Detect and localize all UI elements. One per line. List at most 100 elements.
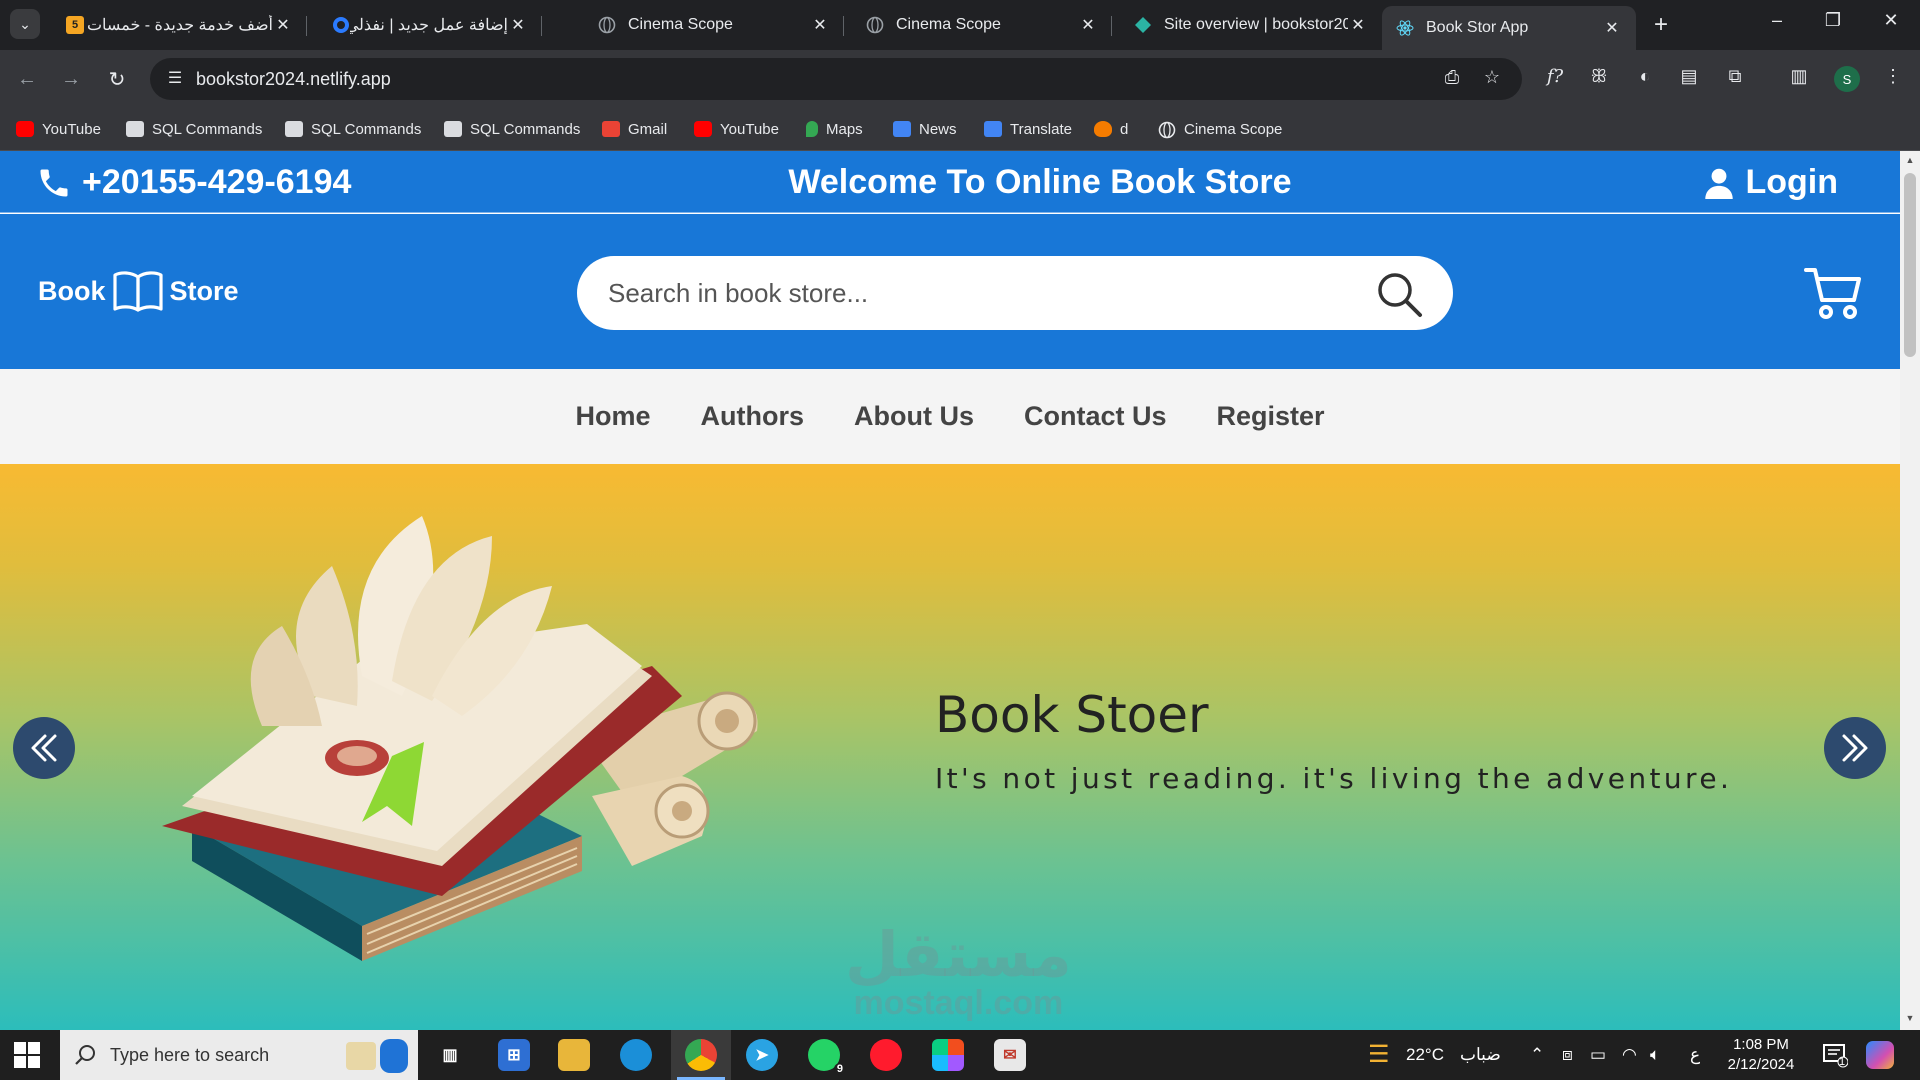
bookmark-cinema-scope[interactable]: Cinema Scope [1158,117,1282,141]
side-panel-icon[interactable]: ▥ [1786,66,1812,92]
forward-button[interactable]: → [56,64,86,94]
bookmark-label: YouTube [42,120,101,138]
cart-icon[interactable] [1804,266,1862,320]
bookmark-translate[interactable]: Translate [984,117,1072,141]
system-clock[interactable]: 1:08 PM 2/12/2024 [1706,1035,1816,1075]
bookmark-youtube-2[interactable]: YouTube [694,117,779,141]
volume-icon[interactable]: 🔈︎ [1650,1045,1660,1065]
scrollbar-thumb[interactable] [1904,173,1916,357]
battery-icon[interactable]: ▭ [1590,1045,1606,1065]
back-button[interactable]: ← [12,64,42,94]
circle-extension-icon[interactable]: ◐ [1632,66,1658,92]
bookmark-star-icon[interactable]: ☆ [1480,67,1504,91]
tab-close-icon[interactable]: ✕ [1348,15,1368,35]
slider-next-button[interactable] [1824,717,1886,779]
chevron-up-icon[interactable]: ⌃ [1530,1045,1544,1065]
bookmark-label: Translate [1010,120,1072,138]
nav-home[interactable]: Home [575,401,650,432]
tab-close-icon[interactable]: ✕ [1602,18,1622,38]
chrome-icon[interactable] [677,1039,725,1080]
language-indicator[interactable]: ع [1690,1045,1700,1065]
nav-contact-us[interactable]: Contact Us [1024,401,1167,432]
file-extension-icon[interactable]: ▤ [1676,66,1702,92]
tab-close-icon[interactable]: ✕ [273,15,293,35]
translate-icon [984,121,1002,137]
page-icon [126,121,144,137]
login-link[interactable]: Login [1705,163,1838,202]
menu-kebab-icon[interactable]: ⋮ [1880,66,1906,92]
reload-button[interactable]: ↻ [102,64,132,94]
scroll-down-icon[interactable]: ▼ [1904,1013,1916,1025]
nav-register[interactable]: Register [1216,401,1324,432]
minimize-button[interactable]: – [1762,10,1792,31]
tab-title: Book Stor App [1426,19,1529,36]
mail-icon[interactable]: ✉ [994,1039,1026,1071]
translate-extension-icon[interactable]: ꕥ [1586,66,1612,92]
new-tab-button[interactable]: + [1648,11,1674,38]
restore-button[interactable]: ❐ [1818,10,1848,31]
tab-close-icon[interactable]: ✕ [1078,15,1098,35]
windows-start-icon[interactable] [14,1042,40,1068]
tab-cinema-scope-2[interactable]: Cinema Scope ✕ [852,6,1112,44]
taskbar-search[interactable]: Type here to search [60,1030,418,1080]
globe-icon [598,16,616,34]
youtube-icon [16,121,34,137]
watermark-latin: mostaql.com [853,984,1064,1022]
tab-title: إضافة عمل جديد | نفذلي [350,17,508,34]
nav-authors[interactable]: Authors [700,401,804,432]
figma-icon[interactable] [932,1039,964,1071]
search-input[interactable] [608,274,1368,312]
search-highlight-bottle-icon [380,1039,408,1073]
address-bar[interactable]: ☰ bookstor2024.netlify.app ⎙ ☆ [150,58,1522,100]
edge-icon[interactable] [620,1039,652,1071]
tab-cinema-scope-1[interactable]: Cinema Scope ✕ [584,6,844,44]
bookmark-gmail[interactable]: Gmail [602,117,667,141]
tab-close-icon[interactable]: ✕ [810,15,830,35]
telegram-icon[interactable]: ➤ [746,1039,778,1071]
site-logo[interactable]: Book Store [38,269,239,313]
weather-text[interactable]: ضباب [1460,1045,1501,1065]
page-scrollbar[interactable]: ▲ ▼ [1900,151,1920,1030]
bookmark-sql-commands-1[interactable]: SQL Commands [126,117,262,141]
install-app-icon[interactable]: ⎙ [1440,67,1464,91]
bookmark-label: YouTube [720,120,779,138]
logo-text-left: Book [38,275,106,306]
task-view-icon[interactable]: ▥ [434,1039,466,1071]
microsoft-store-icon[interactable]: ⊞ [498,1039,530,1071]
close-window-button[interactable]: ✕ [1876,10,1906,31]
formula-extension-icon[interactable]: f? [1542,66,1568,92]
address-url[interactable]: bookstor2024.netlify.app [196,69,391,90]
extensions-puzzle-icon[interactable]: ⧉ [1722,66,1748,92]
tab-khamsat[interactable]: 5 أضف خدمة جديدة - خمسات ✕ [52,6,307,44]
tab-close-icon[interactable]: ✕ [508,15,528,35]
whatsapp-icon[interactable]: 9 [808,1039,846,1075]
bookmark-label: News [919,120,957,138]
bookmark-news[interactable]: News [893,117,957,141]
tab-book-stor-app[interactable]: Book Stor App ✕ [1382,6,1636,50]
copilot-icon[interactable] [1866,1041,1894,1069]
camera-icon[interactable]: ⧈ [1562,1045,1573,1065]
bookmark-youtube[interactable]: YouTube [16,117,101,141]
tab-search-dropdown[interactable]: ⌄ [10,9,40,39]
file-explorer-icon[interactable] [558,1039,590,1071]
site-info-icon[interactable]: ☰ [164,68,186,90]
bookmark-sql-commands-3[interactable]: SQL Commands [444,117,580,141]
tab-netlify-overview[interactable]: Site overview | bookstor20 ✕ [1120,6,1382,44]
reload-icon: ↻ [108,68,126,91]
nav-about-us[interactable]: About Us [854,401,974,432]
bookmark-maps[interactable]: Maps [806,117,863,141]
bookmark-sql-commands-2[interactable]: SQL Commands [285,117,421,141]
clock-date: 2/12/2024 [1727,1056,1795,1073]
books-illustration [162,516,758,961]
bookmark-d[interactable]: d [1094,117,1128,141]
search-icon[interactable] [1375,270,1423,318]
wifi-icon[interactable]: ◠ [1622,1045,1637,1065]
arrow-left-icon: ← [17,67,37,90]
opera-icon[interactable] [870,1039,902,1071]
slider-prev-button[interactable] [13,717,75,779]
weather-temp[interactable]: 22°C [1406,1045,1444,1065]
profile-avatar[interactable]: S [1834,66,1860,92]
bookmark-label: Maps [826,120,863,138]
scroll-up-icon[interactable]: ▲ [1904,155,1916,167]
tab-nafezly[interactable]: إضافة عمل جديد | نفذلي ✕ [318,6,542,44]
